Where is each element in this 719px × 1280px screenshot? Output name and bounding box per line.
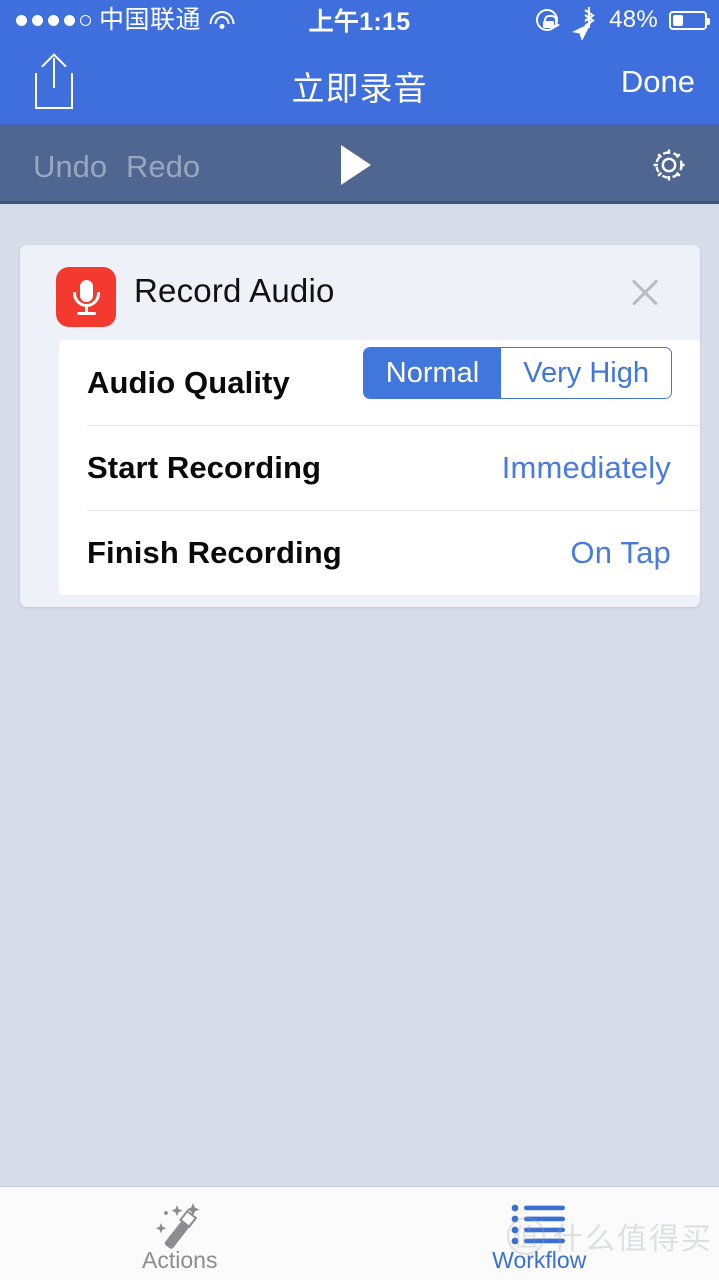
start-recording-value[interactable]: Immediately (502, 450, 671, 486)
status-bar-right: 48% (536, 6, 710, 41)
watermark-logo: 值 (507, 1217, 545, 1255)
toolbar-divider (0, 201, 719, 204)
redo-button[interactable]: Redo (126, 149, 200, 185)
rotation-lock-icon (536, 9, 561, 31)
navigation-bar: 立即录音 Done (0, 40, 719, 125)
parameter-row-finish-recording: Finish Recording On Tap (59, 510, 700, 595)
tab-label: Actions (142, 1247, 218, 1273)
play-icon[interactable] (341, 145, 371, 185)
action-title: Record Audio (134, 272, 335, 309)
segment-normal[interactable]: Normal (363, 348, 502, 398)
audio-quality-segmented-control[interactable]: Normal Very High (362, 347, 672, 399)
bluetooth-icon (580, 6, 598, 34)
microphone-icon (56, 267, 116, 327)
parameter-label: Start Recording (87, 449, 322, 485)
battery-percent-label: 48% (609, 6, 658, 33)
tab-actions[interactable]: Actions (0, 1187, 360, 1280)
finish-recording-value[interactable]: On Tap (570, 535, 671, 571)
battery-icon (669, 10, 710, 30)
action-card: Record Audio Audio Quality Normal Very H… (20, 245, 700, 607)
watermark-text: 什么值得买 (553, 1223, 713, 1256)
parameter-row-audio-quality: Audio Quality Normal Very High (59, 340, 700, 425)
done-button[interactable]: Done (621, 64, 695, 100)
editor-toolbar: Undo Redo (0, 125, 719, 204)
page-title: 立即录音 (291, 70, 428, 107)
segment-very-high[interactable]: Very High (501, 348, 671, 398)
status-bar: 中国联通 上午1:15 48% (0, 0, 719, 41)
undo-button[interactable]: Undo (33, 149, 107, 185)
close-icon[interactable] (628, 275, 662, 309)
parameter-label: Finish Recording (87, 534, 342, 570)
action-parameters-list: Audio Quality Normal Very High Start Rec… (59, 340, 700, 595)
parameter-label: Audio Quality (87, 364, 290, 400)
phone-screen: 中国联通 上午1:15 48% 立即录音 Done Undo Redo Reco… (0, 0, 719, 1280)
watermark: 值 什么值得买 (507, 1214, 713, 1258)
action-card-header: Record Audio (20, 245, 700, 340)
parameter-row-start-recording: Start Recording Immediately (59, 425, 700, 510)
gear-icon[interactable] (647, 143, 691, 187)
